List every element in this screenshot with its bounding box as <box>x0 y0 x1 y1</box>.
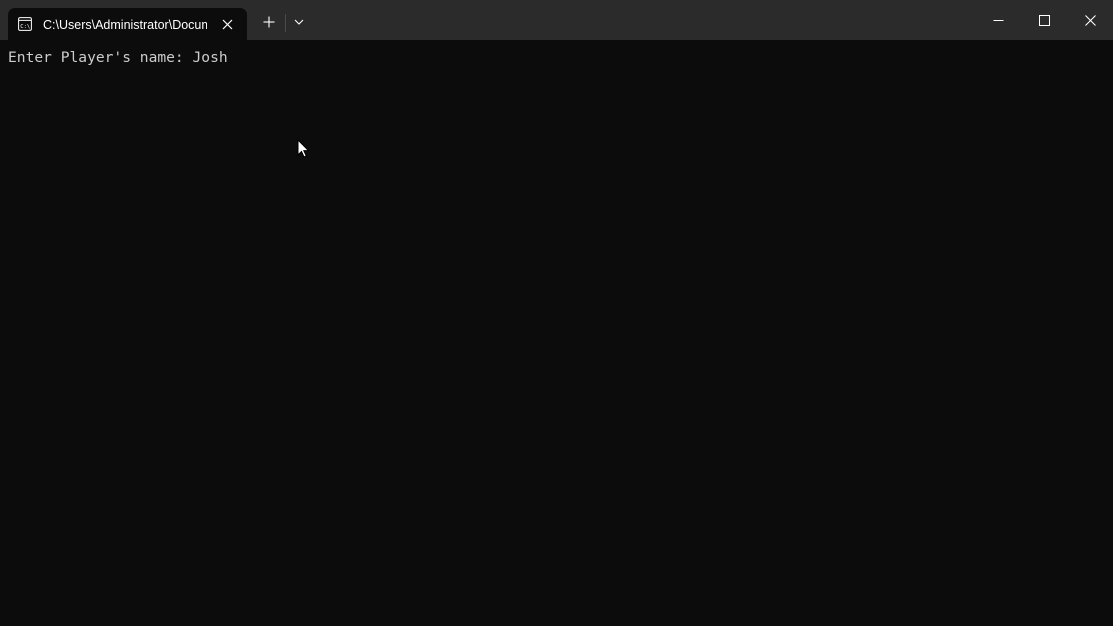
svg-text:C:\: C:\ <box>20 24 30 30</box>
user-input-text: Josh <box>192 49 228 66</box>
close-icon <box>1084 14 1096 26</box>
prompt-text: Enter Player's name: <box>8 49 193 66</box>
new-tab-button[interactable] <box>255 8 283 36</box>
profile-dropdown-button[interactable] <box>288 8 310 36</box>
plus-icon <box>263 16 275 28</box>
maximize-icon <box>1038 14 1050 26</box>
tab-close-button[interactable] <box>219 16 235 32</box>
maximize-button[interactable] <box>1021 0 1067 40</box>
mouse-pointer-icon <box>297 139 310 158</box>
console-icon: C:\ <box>18 17 32 31</box>
minimize-button[interactable] <box>975 0 1021 40</box>
tab-active[interactable]: C:\ C:\Users\Administrator\Documents <box>8 8 247 40</box>
title-bar[interactable]: C:\ C:\Users\Administrator\Documents <box>0 0 1113 40</box>
terminal-line: Enter Player's name: Josh <box>8 48 228 68</box>
terminal-output[interactable]: Enter Player's name: Josh <box>0 40 1113 626</box>
tab-separator <box>285 14 286 32</box>
minimize-icon <box>993 19 1003 21</box>
chevron-down-icon <box>294 19 304 25</box>
tab-title: C:\Users\Administrator\Documents <box>43 18 207 32</box>
terminal-window: C:\ C:\Users\Administrator\Documents <box>0 0 1113 626</box>
close-window-button[interactable] <box>1067 0 1113 40</box>
close-icon <box>222 19 232 29</box>
